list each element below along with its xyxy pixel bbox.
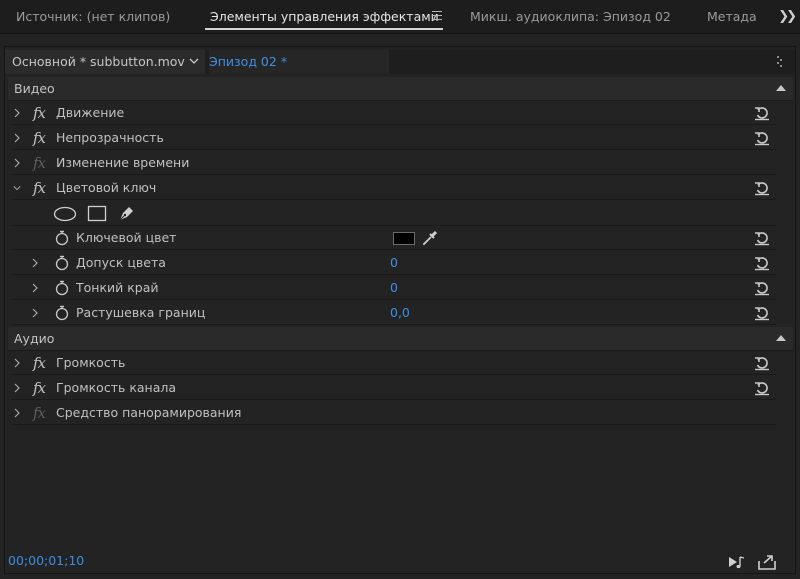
section-video-label: Видео [14,81,55,96]
param-name: Ключевой цвет [76,230,177,245]
effect-name: Средство панорамирования [56,405,242,420]
effect-row-volume[interactable]: fx Громкость [11,351,776,375]
chevron-down-icon[interactable] [187,54,201,68]
effect-row-motion[interactable]: fx Движение [11,101,776,125]
effect-name: Громкость канала [56,380,177,395]
fx-icon[interactable]: fx [33,176,46,200]
effect-name: Непрозрачность [56,130,164,145]
clip-selector-bar: Основной * subbutton.mov Эпизод 02 * sub… [5,50,795,93]
chevron-right-icon[interactable] [13,358,21,368]
param-name: Допуск цвета [76,255,166,270]
stopwatch-icon[interactable] [55,255,69,271]
section-video[interactable]: Видео [8,77,793,101]
key-color-swatch[interactable] [393,232,415,245]
play-audio-icon[interactable] [727,553,747,571]
chevron-right-icon[interactable] [13,383,21,393]
param-row-edge-thin[interactable]: Тонкий край 0 [11,276,776,300]
fx-icon: fx [33,154,46,172]
effect-row-time-remapping[interactable]: fx Изменение времени [11,151,776,175]
reset-icon[interactable] [754,255,770,271]
effect-row-opacity[interactable]: fx Непрозрачность [11,126,776,150]
overflow-tabs-icon[interactable]: ❯❯ [778,0,797,34]
chevron-right-icon[interactable] [31,258,39,268]
param-value[interactable]: 0,0 [390,301,410,325]
panel-footer: 00;00;01;10 [5,551,795,573]
reset-icon[interactable] [754,230,770,246]
fx-icon[interactable]: fx [33,126,46,150]
chevron-right-icon[interactable] [13,108,21,118]
mask-tools-row [11,201,776,226]
panel-resize-handle-icon[interactable] [777,56,783,68]
param-row-edge-feather[interactable]: Растушевка границ 0,0 [11,301,776,325]
sequence-clip-tab[interactable]: Эпизод 02 * subbutton.mov [209,50,389,93]
param-value[interactable]: 0 [390,251,398,275]
chevron-down-icon[interactable] [13,183,21,193]
panel-tab-bar: Источник: (нет клипов) Элементы управлен… [0,0,800,34]
fx-icon[interactable]: fx [33,101,46,125]
collapse-arrow-icon[interactable] [776,335,786,341]
effect-row-panner[interactable]: fx Средство панорамирования [11,401,776,425]
param-row-key-color[interactable]: Ключевой цвет [11,226,776,250]
panel-menu-icon[interactable] [432,11,442,23]
rectangle-mask-icon[interactable] [87,205,107,222]
tab-metadata[interactable]: Метада [707,0,757,34]
fx-icon[interactable]: fx [33,351,46,375]
effect-name: Громкость [56,355,126,370]
effect-name: Движение [56,105,125,120]
reset-icon[interactable] [754,130,770,146]
section-audio-label: Аудио [14,331,55,346]
collapse-arrow-icon[interactable] [776,85,786,91]
param-row-color-tolerance[interactable]: Допуск цвета 0 [11,251,776,275]
reset-icon[interactable] [754,280,770,296]
effect-row-channel-volume[interactable]: fx Громкость канала [11,376,776,400]
stopwatch-icon[interactable] [55,305,69,321]
reset-icon[interactable] [754,305,770,321]
master-clip-tab[interactable]: Основной * subbutton.mov [5,50,205,74]
active-tab-underline [205,28,443,30]
reset-icon[interactable] [754,380,770,396]
chevron-right-icon[interactable] [31,308,39,318]
effect-controls-panel: Основной * subbutton.mov Эпизод 02 * sub… [4,46,796,574]
eyedropper-icon[interactable] [421,229,439,247]
param-name: Тонкий край [76,280,159,295]
tab-source-monitor[interactable]: Источник: (нет клипов) [16,0,170,34]
fx-icon[interactable]: fx [33,376,46,400]
effect-name: Изменение времени [56,155,190,170]
pen-mask-icon[interactable] [117,204,137,223]
reset-icon[interactable] [754,180,770,196]
chevron-right-icon[interactable] [13,133,21,143]
stopwatch-icon[interactable] [55,280,69,296]
param-name: Растушевка границ [76,305,206,320]
effect-name: Цветовой ключ [56,180,157,195]
chevron-right-icon[interactable] [13,408,21,418]
reset-icon[interactable] [754,105,770,121]
ellipse-mask-icon[interactable] [53,206,77,222]
stopwatch-icon[interactable] [55,230,69,246]
param-value[interactable]: 0 [390,276,398,300]
tab-audio-clip-mixer[interactable]: Микш. аудиоклипа: Эпизод 02 [470,0,671,34]
fx-icon: fx [33,404,46,422]
playhead-timecode[interactable]: 00;00;01;10 [8,553,84,568]
effect-row-color-key[interactable]: fx Цветовой ключ [11,176,776,200]
reset-icon[interactable] [754,355,770,371]
chevron-right-icon[interactable] [31,283,39,293]
chevron-right-icon[interactable] [13,158,21,168]
section-audio[interactable]: Аудио [8,327,793,351]
export-icon[interactable] [757,553,777,571]
